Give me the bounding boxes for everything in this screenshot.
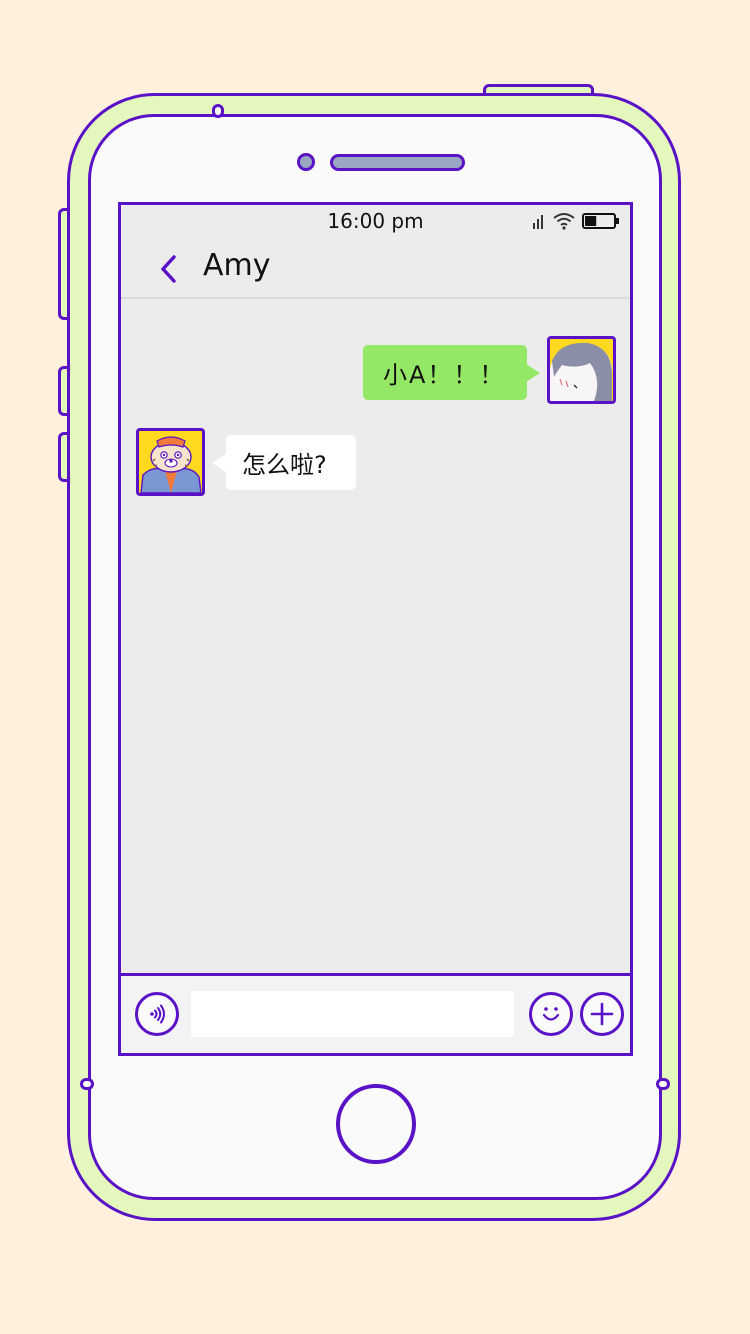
girl-avatar-icon <box>550 339 613 401</box>
stage: 16:00 pm Amy 小A！！！ 怎么啦? <box>0 0 750 1334</box>
nav-bar: Amy <box>121 241 630 299</box>
my-avatar[interactable] <box>547 336 616 404</box>
status-bar: 16:00 pm <box>121 205 630 241</box>
message-text: 怎么啦? <box>242 451 327 479</box>
incoming-message[interactable]: 怎么啦? <box>226 435 356 490</box>
wifi-icon <box>553 213 575 230</box>
cat-avatar-icon <box>139 431 202 493</box>
signal-icon <box>533 215 543 229</box>
input-bar <box>121 973 630 1053</box>
chevron-left-icon <box>161 255 176 283</box>
chat-area[interactable]: 小A！！！ 怎么啦? <box>121 299 630 977</box>
voice-button[interactable] <box>135 992 179 1036</box>
front-camera <box>297 153 315 171</box>
add-button[interactable] <box>580 992 624 1036</box>
battery-icon <box>582 213 619 229</box>
back-button[interactable] <box>155 251 183 287</box>
bubble-tail <box>526 364 540 382</box>
smiley-icon <box>542 1007 560 1021</box>
antenna-line <box>212 104 224 118</box>
antenna-line <box>80 1078 94 1090</box>
message-input[interactable] <box>191 991 514 1037</box>
bubble-tail <box>212 454 226 472</box>
voice-icon <box>150 1004 165 1024</box>
message-text: 小A！！！ <box>383 361 506 389</box>
screen: 16:00 pm Amy 小A！！！ 怎么啦? <box>118 202 633 1056</box>
earpiece-speaker <box>330 154 465 171</box>
status-icons <box>532 212 620 230</box>
antenna-line <box>656 1078 670 1090</box>
contact-avatar[interactable] <box>136 428 205 496</box>
plus-icon <box>590 1002 614 1026</box>
contact-name: Amy <box>203 248 271 283</box>
outgoing-message[interactable]: 小A！！！ <box>363 345 527 400</box>
emoji-button[interactable] <box>529 992 573 1036</box>
home-button[interactable] <box>336 1084 416 1164</box>
